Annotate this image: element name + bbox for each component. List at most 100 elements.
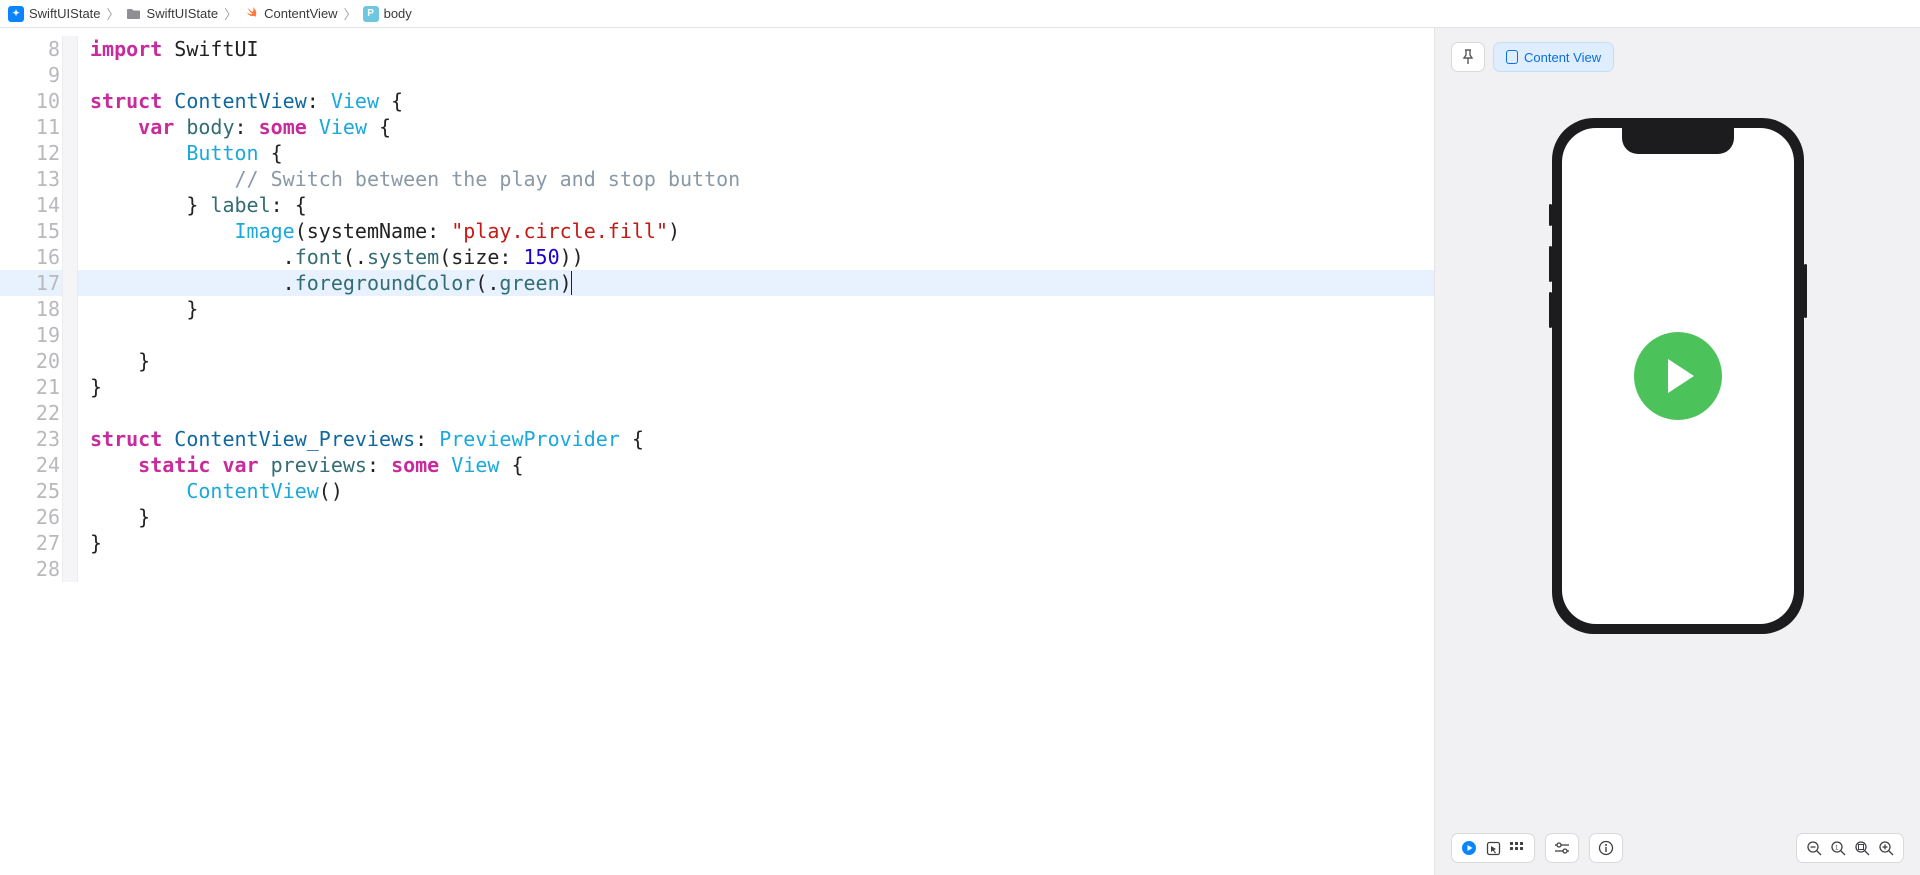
breadcrumb-project[interactable]: ✦ SwiftUIState [8, 6, 101, 22]
device-notch [1622, 128, 1734, 154]
code-content[interactable]: } [90, 348, 1434, 374]
code-line[interactable]: 18 } [0, 296, 1434, 322]
breadcrumb-folder-label: SwiftUIState [147, 6, 219, 21]
code-line[interactable]: 16 .font(.system(size: 150)) [0, 244, 1434, 270]
code-line[interactable]: 11 var body: some View { [0, 114, 1434, 140]
zoom-actual-button[interactable]: 1 [1830, 840, 1846, 856]
code-content[interactable]: struct ContentView_Previews: PreviewProv… [90, 426, 1434, 452]
code-line[interactable]: 19 [0, 322, 1434, 348]
fold-ribbon[interactable] [62, 166, 78, 192]
code-line[interactable]: 26 } [0, 504, 1434, 530]
fold-ribbon[interactable] [62, 62, 78, 88]
fold-ribbon[interactable] [62, 296, 78, 322]
fold-ribbon[interactable] [62, 504, 78, 530]
pin-preview-button[interactable] [1451, 42, 1485, 72]
zoom-in-button[interactable] [1878, 840, 1894, 856]
line-number: 20 [0, 348, 62, 374]
info-icon [1598, 840, 1614, 856]
content-view-label: Content View [1524, 50, 1601, 65]
fold-ribbon[interactable] [62, 218, 78, 244]
code-content[interactable]: ContentView() [90, 478, 1434, 504]
variants-button[interactable] [1509, 840, 1525, 856]
code-content[interactable] [90, 556, 1434, 582]
line-number: 14 [0, 192, 62, 218]
breadcrumb-property-label: body [384, 6, 412, 21]
code-line[interactable]: 22 [0, 400, 1434, 426]
code-content[interactable]: var body: some View { [90, 114, 1434, 140]
zoom-out-button[interactable] [1806, 840, 1822, 856]
code-line[interactable]: 13 // Switch between the play and stop b… [0, 166, 1434, 192]
text-cursor [571, 271, 572, 295]
code-line[interactable]: 17 .foregroundColor(.green) [0, 270, 1434, 296]
code-content[interactable]: // Switch between the play and stop butt… [90, 166, 1434, 192]
fold-ribbon[interactable] [62, 530, 78, 556]
code-content[interactable] [90, 62, 1434, 88]
line-number: 8 [0, 36, 62, 62]
code-content[interactable]: } [90, 504, 1434, 530]
code-content[interactable]: import SwiftUI [90, 36, 1434, 62]
line-number: 22 [0, 400, 62, 426]
code-editor[interactable]: 8 import SwiftUI910 struct ContentView: Vi… [0, 28, 1435, 875]
code-line[interactable]: 14 } label: { [0, 192, 1434, 218]
fold-ribbon[interactable] [62, 140, 78, 166]
code-line[interactable]: 20 } [0, 348, 1434, 374]
breadcrumb-file[interactable]: ContentView [243, 6, 337, 22]
device-settings-button[interactable] [1545, 833, 1579, 863]
code-content[interactable] [90, 322, 1434, 348]
code-content[interactable]: .font(.system(size: 150)) [90, 244, 1434, 270]
fold-ribbon[interactable] [62, 348, 78, 374]
property-icon: P [363, 6, 379, 22]
code-line[interactable]: 23 struct ContentView_Previews: PreviewPr… [0, 426, 1434, 452]
play-button[interactable] [1634, 332, 1722, 420]
code-content[interactable]: static var previews: some View { [90, 452, 1434, 478]
code-line[interactable]: 9 [0, 62, 1434, 88]
line-number: 16 [0, 244, 62, 270]
canvas-icon [1506, 50, 1518, 64]
fold-ribbon[interactable] [62, 478, 78, 504]
code-line[interactable]: 12 Button { [0, 140, 1434, 166]
code-content[interactable]: Button { [90, 140, 1434, 166]
fold-ribbon[interactable] [62, 400, 78, 426]
code-content[interactable]: struct ContentView: View { [90, 88, 1434, 114]
line-number: 23 [0, 426, 62, 452]
fold-ribbon[interactable] [62, 88, 78, 114]
code-line[interactable]: 21} [0, 374, 1434, 400]
code-content[interactable]: .foregroundColor(.green) [90, 270, 1434, 296]
fold-ribbon[interactable] [62, 426, 78, 452]
content-view-selector[interactable]: Content View [1493, 42, 1614, 72]
device-screen[interactable] [1562, 128, 1794, 624]
line-number: 10 [0, 88, 62, 114]
phone-power-button [1804, 264, 1807, 318]
chevron-right-icon: 〉 [107, 4, 120, 23]
code-content[interactable]: } [90, 530, 1434, 556]
zoom-fit-button[interactable] [1854, 840, 1870, 856]
code-content[interactable] [90, 400, 1434, 426]
fold-ribbon[interactable] [62, 192, 78, 218]
fold-ribbon[interactable] [62, 452, 78, 478]
code-line[interactable]: 10 struct ContentView: View { [0, 88, 1434, 114]
code-line[interactable]: 28 [0, 556, 1434, 582]
fold-ribbon[interactable] [62, 556, 78, 582]
fold-ribbon[interactable] [62, 36, 78, 62]
breadcrumb-folder[interactable]: SwiftUIState [126, 6, 219, 22]
preview-info-button[interactable] [1589, 833, 1623, 863]
code-line[interactable]: 25 ContentView() [0, 478, 1434, 504]
code-content[interactable]: } [90, 296, 1434, 322]
code-line[interactable]: 24 static var previews: some View { [0, 452, 1434, 478]
selectable-preview-button[interactable] [1485, 840, 1501, 856]
code-line[interactable]: 15 Image(systemName: "play.circle.fill") [0, 218, 1434, 244]
line-number: 19 [0, 322, 62, 348]
code-line[interactable]: 8 import SwiftUI [0, 36, 1434, 62]
code-content[interactable]: Image(systemName: "play.circle.fill") [90, 218, 1434, 244]
fold-ribbon[interactable] [62, 374, 78, 400]
breadcrumb-property[interactable]: P body [363, 6, 412, 22]
fold-ribbon[interactable] [62, 322, 78, 348]
fold-ribbon[interactable] [62, 270, 78, 296]
code-content[interactable]: } [90, 374, 1434, 400]
device-preview [1552, 118, 1804, 634]
fold-ribbon[interactable] [62, 114, 78, 140]
fold-ribbon[interactable] [62, 244, 78, 270]
code-content[interactable]: } label: { [90, 192, 1434, 218]
code-line[interactable]: 27} [0, 530, 1434, 556]
live-preview-button[interactable] [1461, 840, 1477, 856]
